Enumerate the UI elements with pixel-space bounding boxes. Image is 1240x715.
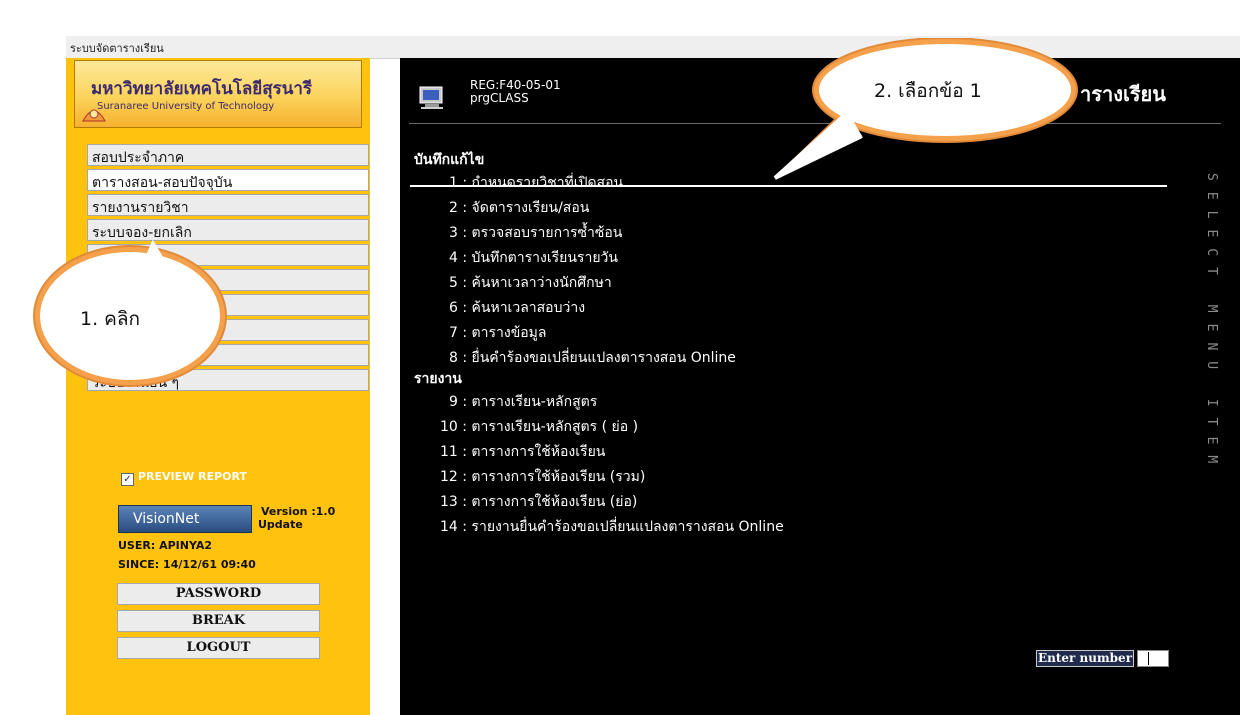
menu-option[interactable]: 11 : ตารางการใช้ห้องเรียน	[440, 441, 605, 463]
text-cursor	[1148, 652, 1149, 665]
sidebar-item-label: ตารางสอน-สอบปัจจุบัน	[92, 175, 233, 191]
window-title: ระบบจัดตารางเรียน	[70, 42, 164, 55]
sidebar-item-label: สอบประจำภาค	[92, 150, 185, 166]
menu-option[interactable]: 13 : ตารางการใช้ห้องเรียน (ย่อ)	[440, 491, 637, 513]
break-button[interactable]: BREAK	[117, 610, 320, 632]
menu-option[interactable]: 12 : ตารางการใช้ห้องเรียน (รวม)	[440, 466, 645, 488]
menu-option[interactable]: 5 : ค้นหาเวลาว่างนักศึกษา	[449, 272, 612, 294]
update-link[interactable]: Update	[258, 518, 303, 531]
menu-option[interactable]: 3 : ตรวจสอบรายการซ้ำซ้อน	[449, 222, 622, 244]
university-name-en: Suranaree University of Technology	[97, 101, 275, 112]
select-menu-item-label: SELECT MENU ITEM	[1204, 173, 1219, 475]
visionnet-logo: VisionNet	[118, 505, 252, 533]
preview-report-option[interactable]: ✓ PREVIEW REPORT	[121, 470, 247, 486]
section-title-edit: บันทึกแก้ไข	[414, 152, 485, 168]
preview-report-label: PREVIEW REPORT	[138, 470, 248, 483]
menu-option[interactable]: 4 : บันทึกตารางเรียนรายวัน	[449, 247, 618, 269]
password-button[interactable]: PASSWORD	[117, 583, 320, 605]
program-name: prgCLASS	[470, 91, 529, 105]
menu-option[interactable]: 1 : กำหนดรายวิชาที่เปิดสอน	[449, 172, 623, 194]
enter-number-input[interactable]	[1137, 650, 1169, 667]
sidebar-item-label: รายงานรายวิชา	[92, 200, 189, 216]
logout-button[interactable]: LOGOUT	[117, 637, 320, 659]
session-since: SINCE: 14/12/61 09:40	[118, 558, 256, 571]
university-name-th: มหาวิทยาลัยเทคโนโลยีสุรนารี	[91, 79, 313, 99]
callout-text-1: 1. คลิก	[80, 308, 141, 330]
sidebar-item[interactable]: สอบประจำภาค	[87, 144, 369, 166]
version-label: Version :1.0	[261, 505, 336, 518]
menu-option[interactable]: 2 : จัดตารางเรียน/สอน	[449, 197, 589, 219]
sidebar-item[interactable]: รายงานรายวิชา	[87, 194, 369, 216]
callout-click: 1. คลิก	[30, 238, 230, 408]
sidebar-item[interactable]: ตารางสอน-สอบปัจจุบัน	[87, 169, 369, 191]
computer-monitor-icon	[419, 86, 443, 109]
menu-option[interactable]: 8 : ยื่นคำร้องขอเปลี่ยนแปลงตารางสอน Onli…	[449, 347, 736, 369]
university-logo-banner: มหาวิทยาลัยเทคโนโลยีสุรนารี Suranaree Un…	[74, 60, 362, 128]
enter-number-label: Enter number	[1036, 650, 1134, 667]
visionnet-logo-text: VisionNet	[133, 511, 200, 527]
program-code: REG:F40-05-01	[470, 78, 561, 92]
menu-option[interactable]: 9 : ตารางเรียน-หลักสูตร	[449, 391, 597, 413]
callout-select: 2. เลือกข้อ 1	[760, 37, 1100, 188]
menu-option[interactable]: 10 : ตารางเรียน-หลักสูตร ( ย่อ )	[440, 416, 638, 438]
menu-option[interactable]: 14 : รายงานยื่นคำร้องขอเปลี่ยนแปลงตารางส…	[440, 516, 784, 538]
menu-option[interactable]: 7 : ตารางข้อมูล	[449, 322, 546, 344]
callout-bubble-2	[773, 37, 1078, 180]
preview-report-checkbox[interactable]: ✓	[121, 473, 134, 486]
user-info: USER: APINYA2	[118, 539, 213, 552]
menu-option[interactable]: 6 : ค้นหาเวลาสอบว่าง	[449, 297, 585, 319]
section-title-report: รายงาน	[414, 371, 462, 387]
callout-text-2: 2. เลือกข้อ 1	[874, 80, 982, 102]
